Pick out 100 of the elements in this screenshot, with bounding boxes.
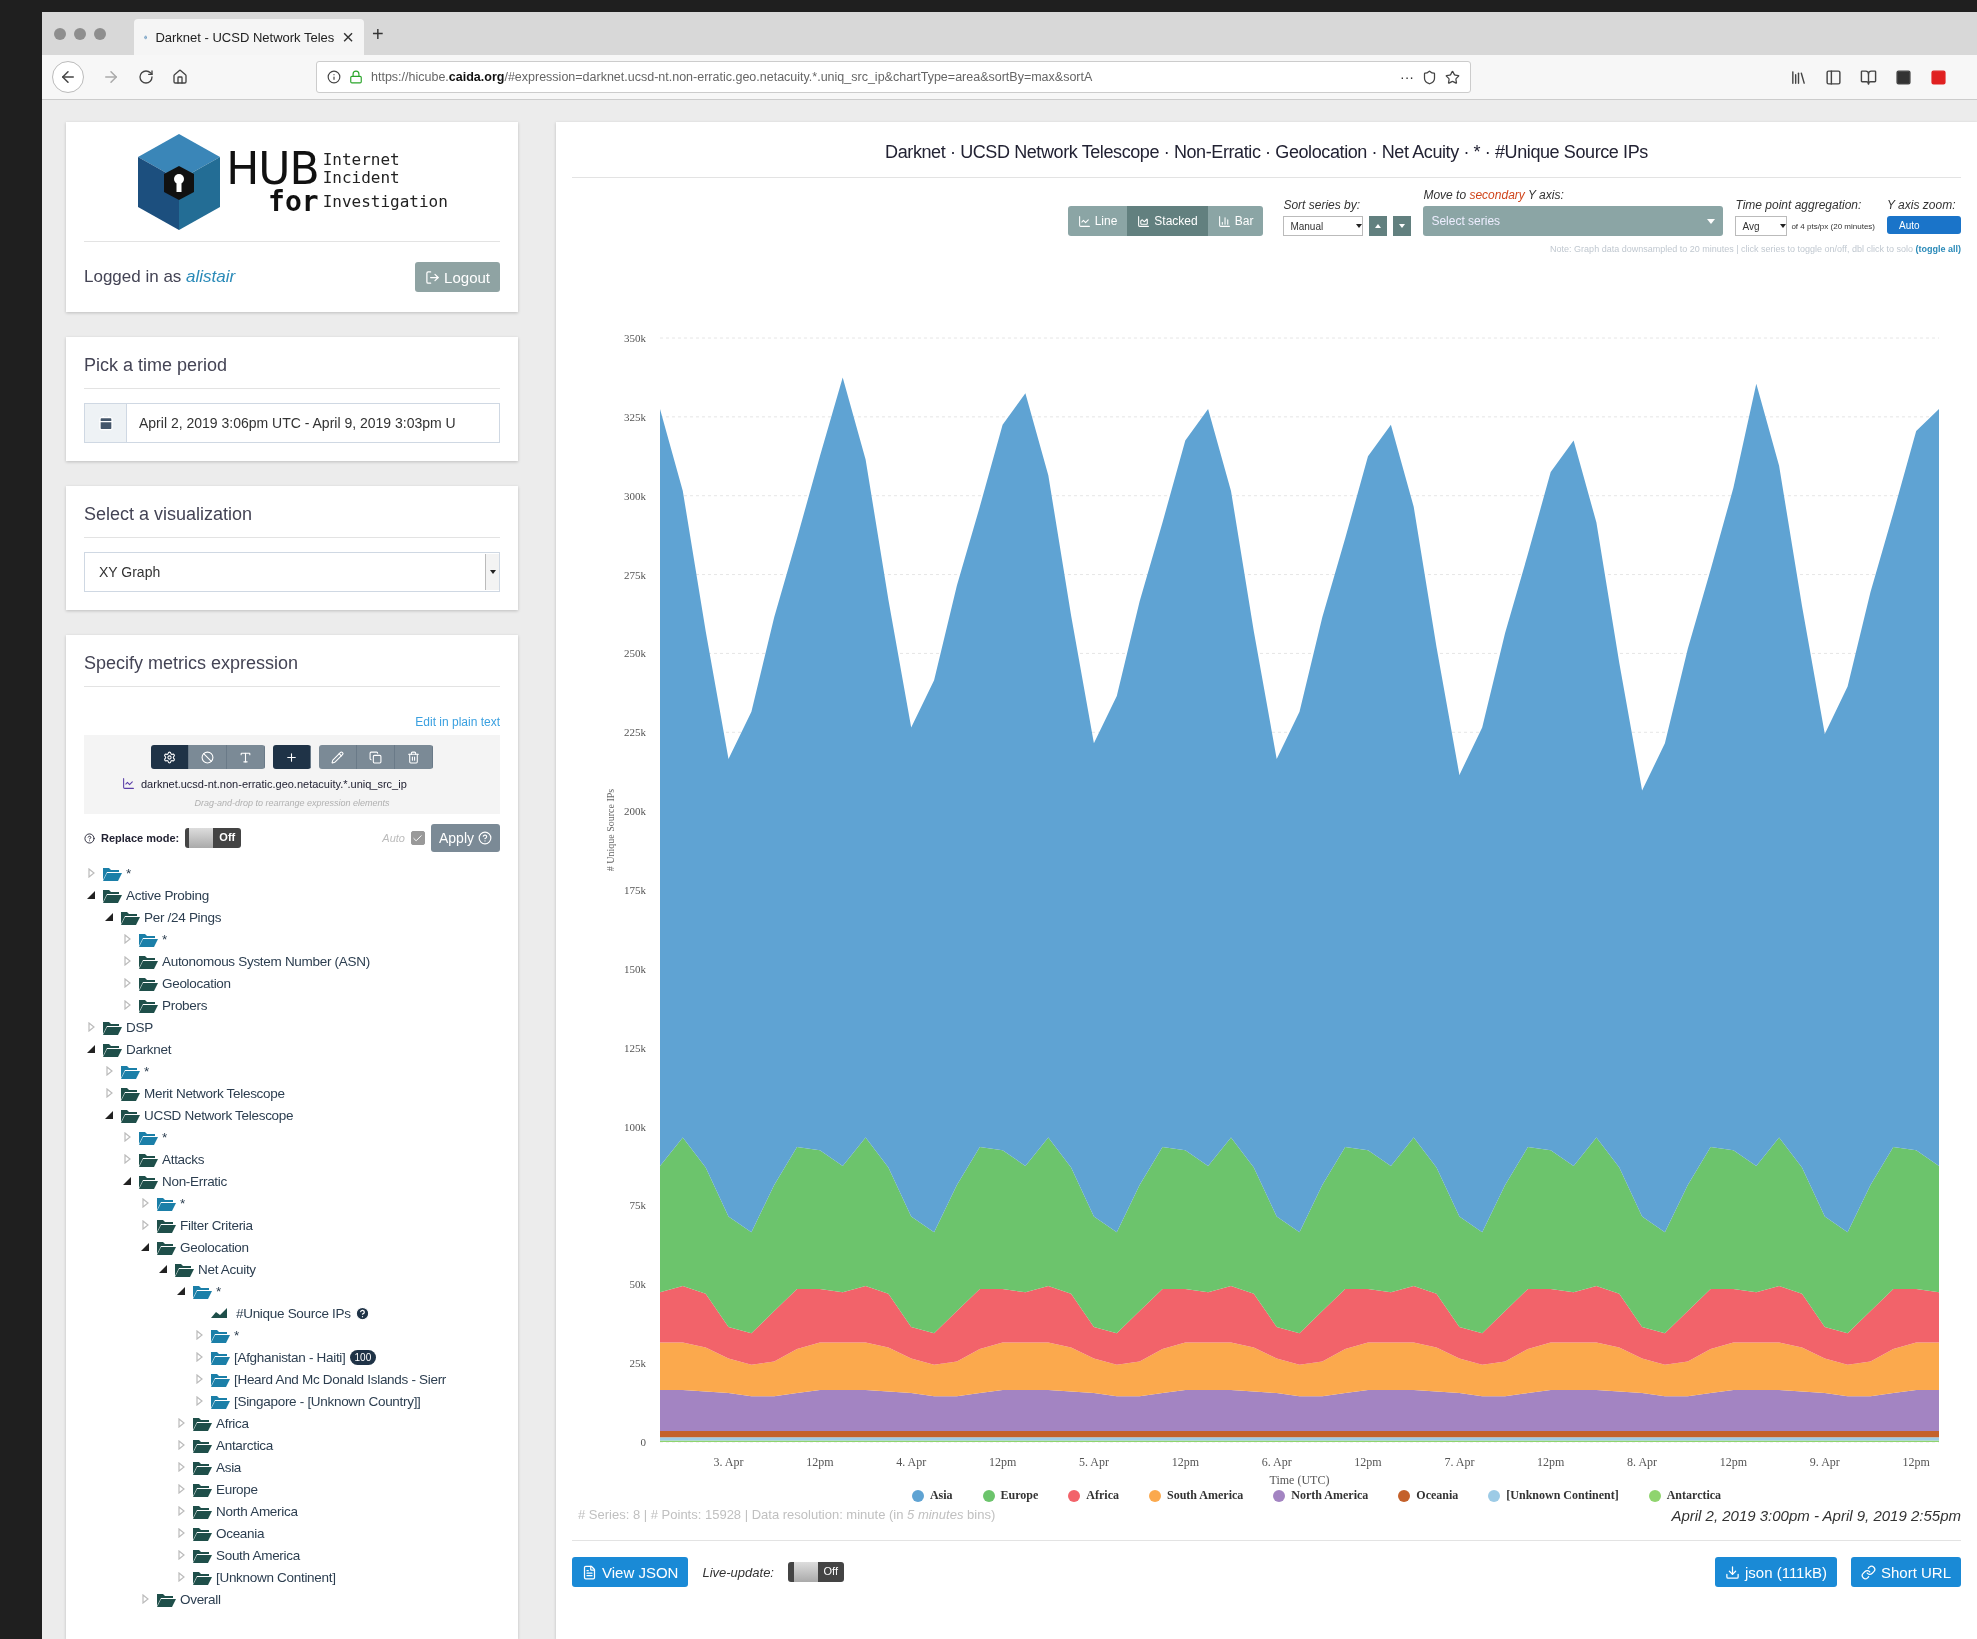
chart-mode-button[interactable]: Stacked — [1127, 206, 1208, 236]
tree-item[interactable]: Attacks — [162, 1151, 205, 1167]
collapsed-caret-icon[interactable] — [195, 1352, 203, 1362]
date-range-field[interactable]: April 2, 2019 3:06pm UTC - April 9, 2019 3:03pm U — [84, 403, 500, 443]
tree-item[interactable]: Probers — [162, 997, 208, 1013]
series-area[interactable] — [660, 1431, 1939, 1438]
reader-icon[interactable] — [1860, 68, 1877, 86]
sort-select[interactable]: Manual — [1283, 216, 1364, 236]
collapsed-caret-icon[interactable] — [195, 1396, 203, 1406]
tree-item[interactable]: * — [126, 865, 131, 881]
delete-button[interactable] — [395, 745, 433, 769]
legend-item[interactable]: Asia — [911, 1488, 953, 1503]
tree-item[interactable]: Per /24 Pings — [144, 909, 222, 925]
tree-item[interactable]: * — [216, 1283, 221, 1299]
tree-item[interactable]: Autonomous System Number (ASN) — [162, 953, 370, 969]
tree-item[interactable]: Oceania — [216, 1525, 265, 1541]
series-area[interactable] — [660, 1285, 1939, 1365]
new-tab-button[interactable]: + — [372, 23, 384, 44]
browser-tab[interactable]: Darknet - UCSD Network Teles × — [134, 19, 364, 55]
collapsed-caret-icon[interactable] — [141, 1594, 149, 1604]
collapsed-caret-icon[interactable] — [177, 1528, 185, 1538]
reload-button[interactable] — [138, 69, 154, 85]
collapsed-caret-icon[interactable] — [195, 1374, 203, 1384]
expression-text[interactable]: darknet.ucsd-nt.non-erratic.geo.netacuity.*.uniq_src_ip — [141, 777, 407, 790]
collapsed-caret-icon[interactable] — [195, 1330, 203, 1340]
info-icon[interactable] — [327, 70, 341, 84]
tree-item[interactable]: Antarctica — [216, 1437, 274, 1453]
legend-item[interactable]: Africa — [1068, 1488, 1119, 1503]
collapsed-caret-icon[interactable] — [87, 868, 95, 878]
download-json-button[interactable]: json (111kB) — [1715, 1557, 1837, 1587]
toggle-all-link[interactable]: (toggle all) — [1915, 244, 1961, 254]
tree-item[interactable]: Geolocation — [180, 1239, 249, 1255]
tree-item[interactable]: Asia — [216, 1459, 242, 1475]
legend-item[interactable]: North America — [1273, 1488, 1369, 1503]
series-area[interactable] — [660, 1437, 1939, 1441]
apply-button[interactable]: Apply — [430, 824, 500, 852]
series-area[interactable] — [660, 1342, 1939, 1397]
expanded-caret-icon[interactable] — [105, 913, 113, 921]
text-button[interactable] — [227, 745, 265, 769]
collapsed-caret-icon[interactable] — [177, 1484, 185, 1494]
tree-item[interactable]: Europe — [216, 1481, 258, 1497]
bookmark-star-icon[interactable] — [1445, 69, 1460, 85]
visualization-select[interactable]: XY Graph — [84, 552, 500, 592]
shield-icon[interactable] — [1422, 69, 1437, 85]
expanded-caret-icon[interactable] — [159, 1265, 167, 1273]
tree-item[interactable]: Non-Erratic — [162, 1173, 227, 1189]
collapsed-caret-icon[interactable] — [123, 956, 131, 966]
help-icon[interactable] — [84, 832, 95, 844]
short-url-button[interactable]: Short URL — [1850, 1557, 1961, 1587]
collapsed-caret-icon[interactable] — [141, 1220, 149, 1230]
expanded-caret-icon[interactable] — [87, 1045, 95, 1053]
series-area[interactable] — [660, 377, 1939, 1233]
collapsed-caret-icon[interactable] — [105, 1088, 113, 1098]
tree-item[interactable]: * — [180, 1195, 185, 1211]
collapsed-caret-icon[interactable] — [177, 1440, 185, 1450]
collapsed-caret-icon[interactable] — [177, 1506, 185, 1516]
tree-item[interactable]: South America — [216, 1547, 300, 1563]
series-area[interactable] — [660, 1137, 1939, 1334]
sort-down-button[interactable] — [1393, 216, 1412, 236]
tree-item[interactable]: North America — [216, 1503, 298, 1519]
expanded-caret-icon[interactable] — [141, 1243, 149, 1251]
tree-item[interactable]: * — [144, 1063, 149, 1079]
legend-item[interactable]: Antarctica — [1648, 1488, 1722, 1503]
collapsed-caret-icon[interactable] — [87, 1022, 95, 1032]
expanded-caret-icon[interactable] — [87, 891, 95, 899]
replace-mode-toggle[interactable]: Off — [185, 828, 242, 848]
extension-icon[interactable] — [1895, 68, 1912, 86]
tree-item[interactable]: Africa — [216, 1415, 249, 1431]
collapsed-caret-icon[interactable] — [123, 1132, 131, 1142]
address-bar[interactable]: https://hicube.caida.org/#expression=darknet.ucsd-nt.non-erratic.geo.netacuity.*.uniq_src_ip&chartType=area&sortBy=max&sortA ··· — [316, 61, 1471, 93]
legend-item[interactable]: Oceania — [1398, 1488, 1459, 1503]
tree-item[interactable]: UCSD Network Telescope — [144, 1107, 294, 1123]
back-button[interactable] — [52, 61, 84, 93]
collapsed-caret-icon[interactable] — [105, 1066, 113, 1076]
tree-item[interactable]: [Heard And Mc Donald Islands - Sierr — [234, 1371, 447, 1387]
tree-item[interactable]: [Singapore - [Unknown Country]] — [234, 1393, 421, 1409]
sidebar-icon[interactable] — [1825, 68, 1842, 86]
tree-item[interactable]: #Unique Source IPs — [236, 1305, 351, 1321]
tree-item[interactable]: Geolocation — [162, 975, 231, 991]
forward-button[interactable] — [102, 68, 120, 86]
tree-item[interactable]: Active Probing — [126, 887, 209, 903]
copy-button[interactable] — [357, 745, 395, 769]
window-zoom-dot[interactable] — [94, 27, 106, 40]
aggregation-select[interactable]: Avg — [1735, 216, 1788, 236]
function-button[interactable] — [151, 745, 189, 769]
collapsed-caret-icon[interactable] — [123, 1154, 131, 1164]
collapsed-caret-icon[interactable] — [123, 978, 131, 988]
add-button[interactable] — [273, 745, 311, 769]
sort-up-button[interactable] — [1369, 216, 1388, 236]
collapsed-caret-icon[interactable] — [141, 1198, 149, 1208]
user-link[interactable]: alistair — [186, 267, 236, 286]
window-close-dot[interactable] — [54, 27, 66, 40]
tree-item[interactable]: Overall — [180, 1591, 221, 1607]
tree-item[interactable]: DSP — [126, 1019, 153, 1035]
tree-item[interactable]: [Afghanistan - Haiti] — [234, 1349, 346, 1365]
home-button[interactable] — [172, 69, 188, 85]
collapsed-caret-icon[interactable] — [177, 1572, 185, 1582]
expanded-caret-icon[interactable] — [105, 1111, 113, 1119]
tab-close-button[interactable]: × — [342, 27, 354, 47]
collapsed-caret-icon[interactable] — [177, 1550, 185, 1560]
